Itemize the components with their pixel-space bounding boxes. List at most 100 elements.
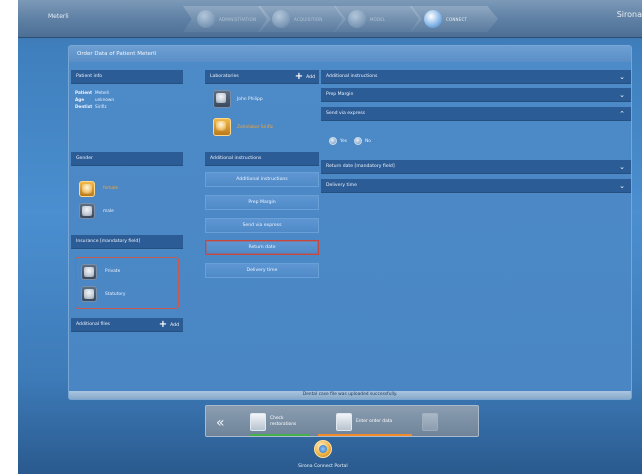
insurance-private-option[interactable] <box>81 264 97 280</box>
button-label: Prep Margin <box>248 200 276 205</box>
gender-header: Gender <box>71 152 183 166</box>
statutory-label: Statutory <box>105 292 126 297</box>
bottom-toolbar: « Check restorations Enter order data <box>205 405 479 437</box>
add-file-label: Add <box>170 322 179 328</box>
panel-title: Order Data of Patient Meterli <box>69 46 631 62</box>
section-return-date[interactable]: Return date [mandatory field] ⌄ <box>321 160 631 174</box>
dentist-value: Sirifiz <box>95 104 107 109</box>
private-label: Private <box>105 269 121 274</box>
radio-icon <box>354 137 362 145</box>
laboratories-header: Laboratories + Add <box>205 70 319 84</box>
wizard-step-label: MODEL <box>370 16 386 22</box>
laboratory-label: John Philipp <box>237 97 263 102</box>
plus-icon: + <box>294 71 304 82</box>
active-underline <box>318 434 412 436</box>
prep-margin-button[interactable]: Prep Margin <box>205 195 319 210</box>
wizard-step-administration[interactable]: ADMINISTRATION <box>183 6 271 32</box>
insurance-header-label: Insurance [mandatory field] <box>76 239 141 244</box>
dentist-key: Dentist <box>75 104 93 109</box>
age-value: unknown <box>95 97 115 102</box>
step-enter-order-data[interactable]: Enter order data <box>336 410 392 434</box>
plus-icon: + <box>158 319 168 330</box>
insurance-header: Insurance [mandatory field] <box>71 235 183 249</box>
gender-female-option[interactable] <box>79 181 95 197</box>
wizard-step-label: ADMINISTRATION <box>219 16 257 22</box>
laboratory-zahnlabor-sirifiz[interactable] <box>213 118 231 136</box>
laboratory-label-selected: Zahnlabor Sirifiz <box>237 125 273 130</box>
gender-male-option[interactable] <box>79 203 95 219</box>
delivery-time-button[interactable]: Delivery time <box>205 263 319 278</box>
sirona-connect-logo-icon[interactable] <box>314 440 332 458</box>
section-send-via-express[interactable]: Send via express ⌃ <box>321 107 631 121</box>
statutory-insurance-icon <box>84 289 94 299</box>
lab-building-icon <box>216 121 226 131</box>
acquisition-icon <box>272 10 290 28</box>
section-label: Send via express <box>326 111 366 116</box>
section-label: Additional instructions <box>326 74 378 79</box>
button-label: Return date <box>248 245 276 250</box>
back-button[interactable]: « <box>216 415 224 431</box>
chevron-up-icon: ⌃ <box>619 110 625 118</box>
wizard-step-label: ACQUISITION <box>294 16 323 22</box>
male-icon <box>82 206 92 216</box>
insurance-statutory-option[interactable] <box>81 286 97 302</box>
laboratory-john-philipp[interactable] <box>213 90 231 108</box>
female-icon <box>82 184 92 194</box>
section-prep-margin[interactable]: Prep Margin ⌄ <box>321 88 631 102</box>
chevron-down-icon: ⌄ <box>619 182 625 190</box>
portal-label: Sirona Connect Portal <box>298 464 348 469</box>
section-label: Delivery time <box>326 183 357 188</box>
button-label: Send via express <box>242 223 282 228</box>
female-label: female <box>103 186 119 191</box>
express-no-radio[interactable]: No <box>354 137 371 145</box>
chevron-down-icon: ⌄ <box>619 163 625 171</box>
check-restorations-icon <box>250 413 266 431</box>
section-label: Return date [mandatory field] <box>326 164 395 169</box>
wizard-step-model[interactable]: MODEL <box>334 6 422 32</box>
lab-building-icon <box>216 93 226 103</box>
age-row: Age unknown <box>75 97 114 102</box>
wizard-step-label: CONNECT <box>446 16 468 22</box>
additional-files-header-label: Additional files <box>76 322 110 327</box>
wizard-step-connect[interactable]: CONNECT <box>410 6 498 32</box>
patient-info-header-label: Patient info <box>76 74 103 79</box>
wizard-step-acquisition[interactable]: ACQUISITION <box>258 6 346 32</box>
private-insurance-icon <box>84 267 94 277</box>
gender-header-label: Gender <box>76 156 93 161</box>
dentist-row: Dentist Sirifiz <box>75 104 107 109</box>
additional-files-header: Additional files + Add <box>71 318 183 332</box>
completed-underline <box>250 434 310 436</box>
male-label: male <box>103 209 114 214</box>
step-check-restorations[interactable]: Check restorations <box>250 410 296 434</box>
section-label: Prep Margin <box>326 92 354 97</box>
chevron-down-icon: ⌄ <box>619 73 625 81</box>
radio-label: Yes <box>340 138 348 144</box>
patient-row: Patient Meterli <box>75 90 109 95</box>
return-date-button[interactable]: Return date <box>205 240 319 255</box>
radio-label: No <box>365 138 371 144</box>
patient-name: Meterli <box>48 13 69 20</box>
app-window: Meterli ADMINISTRATION ACQUISITION MODEL… <box>18 0 642 474</box>
radio-icon <box>329 137 337 145</box>
step-label-line2: restorations <box>270 422 297 427</box>
add-laboratory-button[interactable]: + Add <box>295 72 315 82</box>
laboratories-header-label: Laboratories <box>210 74 239 79</box>
status-message: Dental case file was uploaded successful… <box>69 391 631 399</box>
add-laboratory-label: Add <box>306 74 315 80</box>
additional-instructions-button[interactable]: Additional instructions <box>205 172 319 187</box>
order-data-icon <box>336 413 352 431</box>
connect-icon <box>424 10 442 28</box>
button-label: Additional instructions <box>236 177 288 182</box>
section-additional-instructions[interactable]: Additional instructions ⌄ <box>321 70 631 84</box>
model-icon <box>348 10 366 28</box>
step-label: Enter order data <box>356 419 393 424</box>
patient-key: Patient <box>75 90 93 95</box>
send-via-express-button[interactable]: Send via express <box>205 218 319 233</box>
step-next-disabled <box>422 410 438 434</box>
top-bar: Meterli ADMINISTRATION ACQUISITION MODEL… <box>18 0 642 38</box>
logo-core <box>319 445 327 453</box>
section-delivery-time[interactable]: Delivery time ⌄ <box>321 179 631 193</box>
express-yes-radio[interactable]: Yes <box>329 137 347 145</box>
add-file-button[interactable]: + Add <box>159 320 179 330</box>
age-key: Age <box>75 97 85 102</box>
